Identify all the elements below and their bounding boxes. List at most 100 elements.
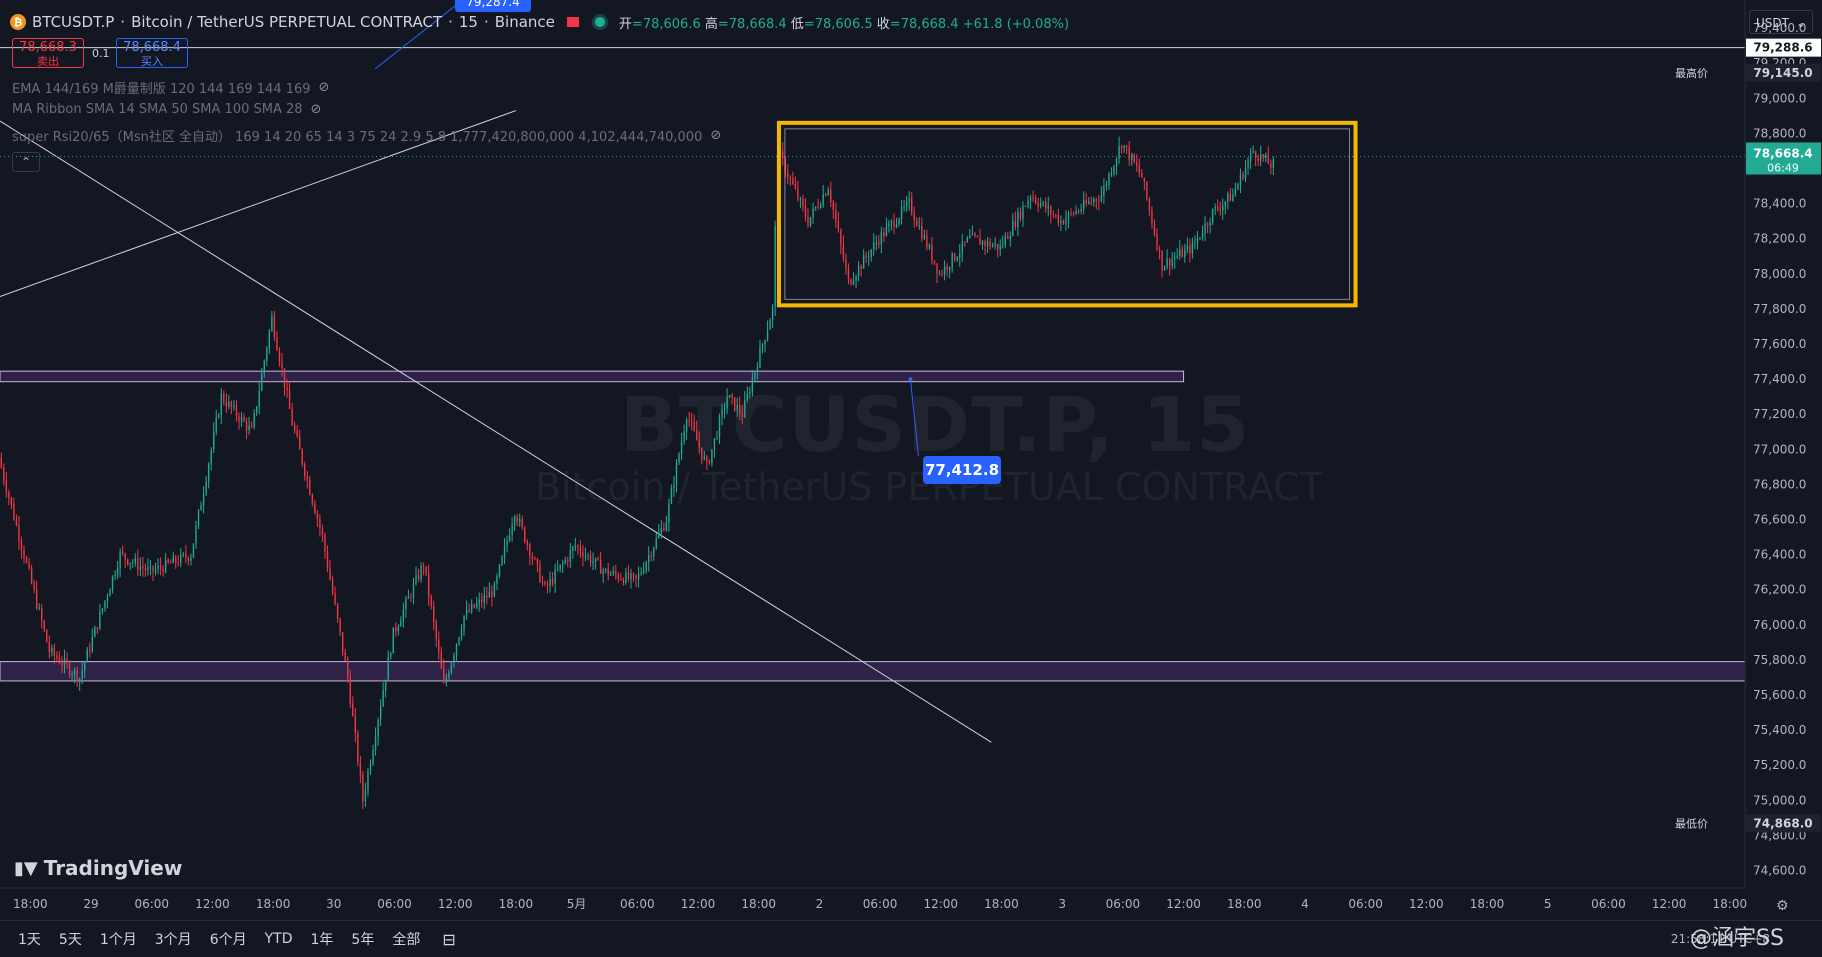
candle-body [167, 559, 169, 563]
candle-body [948, 267, 951, 270]
candle-body [127, 559, 129, 565]
candle-body [1244, 167, 1247, 179]
calendar-range-icon[interactable]: ⊟ [442, 930, 455, 949]
sell-button[interactable]: 78,668.3 卖出 [12, 38, 84, 68]
countdown-tag: 06:49 [1767, 161, 1799, 174]
candle-body [498, 564, 501, 577]
candle-body [946, 266, 948, 270]
candle-body [526, 541, 528, 545]
candle-body [769, 320, 771, 330]
candle-body [564, 559, 566, 564]
candle-body [1196, 238, 1199, 243]
candle-body [481, 599, 483, 603]
range-6m[interactable]: 6个月 [210, 929, 247, 949]
candle-body [559, 564, 561, 570]
candle-body [1270, 163, 1272, 168]
candle-body [192, 543, 195, 558]
low-label: 低 [790, 16, 804, 32]
candle-body [374, 736, 377, 750]
candle-body [577, 545, 579, 548]
indicator-ema[interactable]: EMA 144/169 M爵量制版 120 144 169 144 169 ⊘ [12, 78, 329, 97]
settings-gear-icon[interactable]: ⚙ [1776, 898, 1789, 914]
candle-body [1184, 249, 1186, 258]
candle-body [594, 558, 597, 562]
candle-body [620, 579, 622, 581]
candle-body [46, 629, 48, 643]
flag-icon[interactable] [566, 17, 579, 27]
indicator-ma-ribbon[interactable]: MA Ribbon SMA 14 SMA 50 SMA 100 SMA 28 ⊘ [12, 102, 321, 117]
indicator-super-rsi[interactable]: super Rsi20/65（Msn社区 全自动） 169 14 20 65 1… [12, 126, 721, 145]
candle-body [860, 265, 862, 269]
candle-body [1158, 249, 1161, 251]
candle-body [276, 336, 278, 351]
symbol-name[interactable]: BTCUSDT.P [32, 13, 114, 31]
range-1m[interactable]: 1个月 [100, 929, 137, 949]
candle-body [1247, 160, 1249, 168]
price-callout[interactable]: 77,412.8 [923, 456, 1001, 484]
candle-body [283, 368, 286, 388]
eye-hidden-icon[interactable]: ⊘ [319, 80, 330, 95]
candle-body [508, 535, 511, 541]
candle-body [903, 206, 905, 208]
candle-body [1151, 210, 1153, 224]
candle-body [579, 547, 582, 553]
candle-body [1214, 207, 1216, 209]
candle-body [913, 213, 915, 221]
candle-body [943, 266, 946, 274]
candle-body [66, 658, 68, 664]
candle-body [989, 241, 991, 247]
candle-body [650, 555, 652, 557]
candle-body [402, 609, 405, 621]
range-5d[interactable]: 5天 [59, 929, 82, 949]
candle-body [1148, 198, 1151, 211]
symbol-header[interactable]: ₿ BTCUSDT.P · Bitcoin / TetherUS PERPETU… [10, 10, 1069, 34]
range-1y[interactable]: 1年 [311, 929, 334, 949]
range-1d[interactable]: 1天 [18, 929, 41, 949]
candle-body [1060, 220, 1062, 224]
buy-button[interactable]: 78,668.4 买入 [116, 38, 188, 68]
range-5y[interactable]: 5年 [351, 929, 374, 949]
change-value: +61.8 (+0.08%) [962, 16, 1070, 32]
candle-body [298, 436, 301, 450]
hline-tag: 79,288.6 [1753, 41, 1812, 55]
support-resistance-zone [0, 661, 1746, 682]
eye-hidden-icon[interactable]: ⊘ [311, 102, 322, 117]
price-tick-label: 79,000.0 [1753, 91, 1806, 105]
candle-body [615, 571, 617, 575]
candle-body [253, 412, 255, 428]
candle-body [33, 582, 35, 590]
candle-body [1171, 259, 1173, 267]
candle-body [1065, 218, 1067, 224]
candle-body [1057, 215, 1060, 224]
candle-body [144, 568, 147, 571]
candle-body [415, 575, 417, 584]
candle-body [1242, 174, 1244, 179]
range-all[interactable]: 全部 [392, 929, 420, 949]
candle-body [296, 430, 298, 437]
eye-hidden-icon[interactable]: ⊘ [710, 128, 721, 143]
candle-body [336, 603, 339, 619]
interval[interactable]: 15 [459, 13, 478, 31]
collapse-indicators-button[interactable]: ⌃ [12, 152, 40, 172]
range-ytd[interactable]: YTD [265, 931, 293, 947]
candle-body [1012, 221, 1014, 236]
candle-body [971, 233, 974, 236]
candle-body [541, 581, 544, 583]
candle-body [933, 260, 936, 264]
currency-select[interactable]: USDT ⌄ [1749, 10, 1813, 34]
candle-body [377, 719, 379, 737]
time-tick-label: 06:00 [377, 897, 412, 911]
candle-body [304, 464, 306, 476]
separator-dot: · [120, 13, 126, 31]
candle-body [524, 527, 526, 542]
spread: 0.1 [92, 47, 110, 60]
range-3m[interactable]: 3个月 [155, 929, 192, 949]
candle-body [291, 408, 293, 426]
candle-body [905, 201, 908, 207]
candle-body [1265, 154, 1267, 159]
candle-body [235, 405, 238, 417]
candle-body [200, 505, 202, 511]
candle-body [63, 658, 66, 665]
candle-body [1022, 206, 1024, 219]
candle-body [134, 558, 136, 563]
